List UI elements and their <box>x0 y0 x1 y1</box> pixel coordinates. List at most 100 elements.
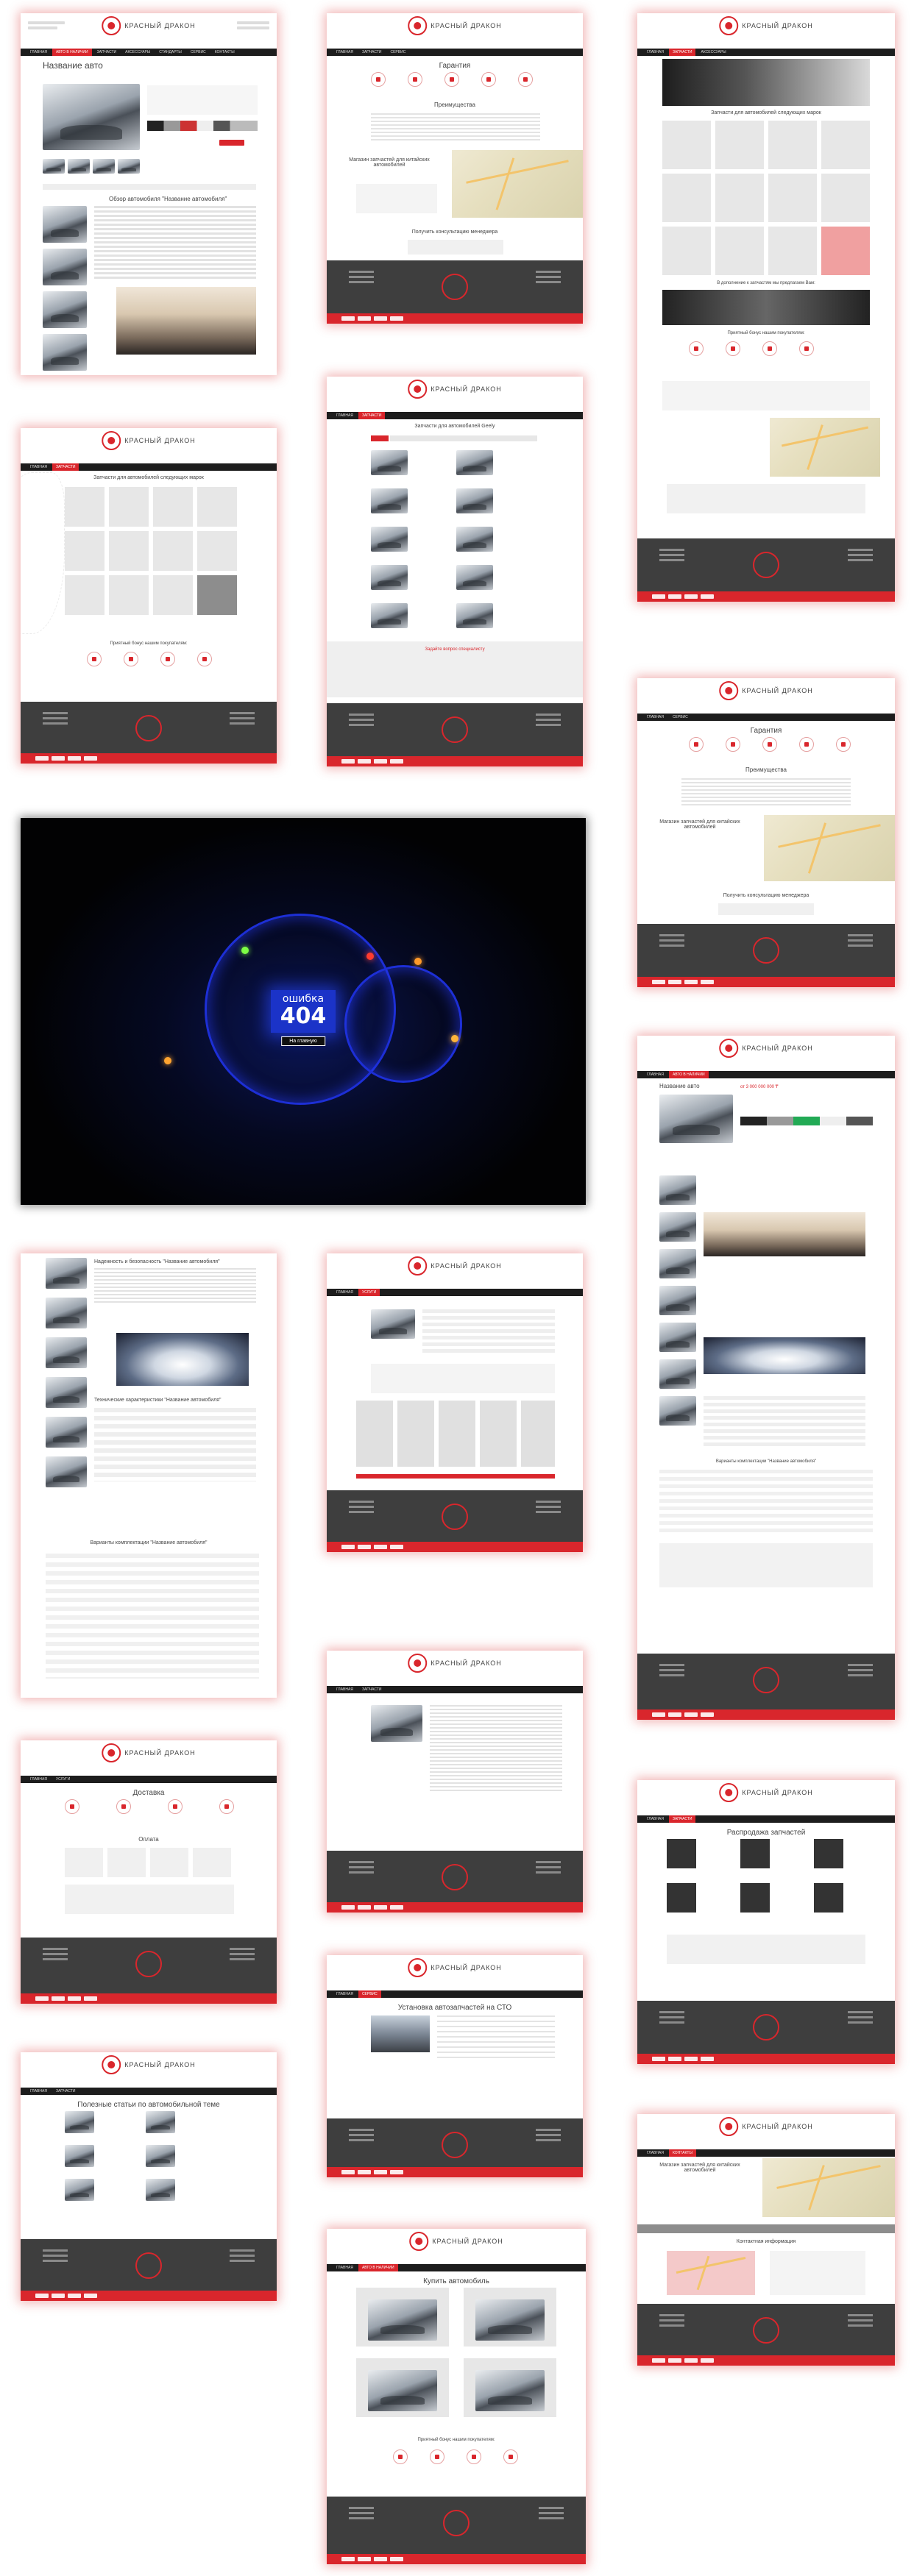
nav-item-standards[interactable]: СТАНДАРТЫ <box>155 49 185 56</box>
car-main-photo[interactable] <box>43 84 140 150</box>
sale-item-3[interactable] <box>814 1839 843 1868</box>
color-swatches[interactable] <box>740 1117 873 1125</box>
nav-item-parts[interactable]: ЗАПЧАСТИ <box>93 49 121 56</box>
nav-item-home[interactable]: ГЛАВНАЯ <box>643 49 667 56</box>
nav-item-autos[interactable]: АВТО В НАЛИЧИИ <box>358 2264 398 2271</box>
model-tabs[interactable] <box>390 435 537 441</box>
nav-item-home[interactable]: ГЛАВНАЯ <box>643 2149 667 2157</box>
location-map[interactable] <box>770 418 880 477</box>
nav-item-home[interactable]: ГЛАВНАЯ <box>333 1686 357 1693</box>
model-card-9[interactable] <box>371 603 408 628</box>
site-logo[interactable]: КРАСНЫЙ ДРАКОН <box>719 16 813 35</box>
color-swatches[interactable] <box>147 121 258 131</box>
brand-tile-5[interactable] <box>662 174 711 222</box>
consult-form[interactable] <box>65 1885 234 1914</box>
nav-item-home[interactable]: ГЛАВНАЯ <box>26 2088 51 2095</box>
nav-item-home[interactable]: ГЛАВНАЯ <box>643 1815 667 1823</box>
car-thumb-4[interactable] <box>118 159 140 174</box>
brand-tile-6[interactable] <box>109 531 149 571</box>
model-card-7[interactable] <box>371 565 408 590</box>
nav-item-autos[interactable]: АВТО В НАЛИЧИИ <box>52 49 92 56</box>
brand-tile-4[interactable] <box>197 487 237 527</box>
site-logo[interactable]: КРАСНЫЙ ДРАКОН <box>102 2055 196 2074</box>
car-tabs[interactable] <box>43 184 256 190</box>
nav-item-parts[interactable]: ЗАПЧАСТИ <box>358 412 386 419</box>
nav-item-home[interactable]: ГЛАВНАЯ <box>333 1289 357 1296</box>
news-photo-5[interactable] <box>65 2179 94 2201</box>
model-card-10[interactable] <box>456 603 493 628</box>
nav-item-home[interactable]: ГЛАВНАЯ <box>333 49 357 56</box>
site-logo[interactable]: КРАСНЫЙ ДРАКОН <box>102 431 196 450</box>
nav-item-parts[interactable]: ЗАПЧАСТИ <box>358 49 386 56</box>
news-photo-3[interactable] <box>65 2145 94 2167</box>
nav-item-service[interactable]: СЕРВИС <box>358 1990 381 1998</box>
brand-tile-10[interactable] <box>109 575 149 615</box>
site-logo[interactable]: КРАСНЫЙ ДРАКОН <box>102 1743 196 1762</box>
nav-item-home[interactable]: ГЛАВНАЯ <box>26 1776 51 1783</box>
brand-tile-9[interactable] <box>65 575 104 615</box>
home-button[interactable]: На главную <box>281 1036 325 1046</box>
nav-item-home[interactable]: ГЛАВНАЯ <box>333 2264 357 2271</box>
model-card-6[interactable] <box>456 527 493 552</box>
site-logo[interactable]: КРАСНЫЙ ДРАКОН <box>408 1256 502 1275</box>
nav-item-accessories[interactable]: АКСЕССУАРЫ <box>121 49 154 56</box>
brand-tile-3[interactable] <box>153 487 193 527</box>
brand-tile-7[interactable] <box>153 531 193 571</box>
nav-item-home[interactable]: ГЛАВНАЯ <box>643 1071 667 1078</box>
site-logo[interactable]: КРАСНЫЙ ДРАКОН <box>408 1958 502 1977</box>
nav-item-service[interactable]: СЕРВИС <box>386 49 409 56</box>
ask-manager-button[interactable] <box>219 140 244 146</box>
nav-item-parts[interactable]: ЗАПЧАСТИ <box>358 1686 386 1693</box>
consult-form[interactable] <box>667 484 865 513</box>
location-map[interactable] <box>764 815 895 881</box>
brand-tile-3[interactable] <box>768 121 817 169</box>
site-logo[interactable]: КРАСНЫЙ ДРАКОН <box>408 16 502 35</box>
price-filter-bar[interactable] <box>356 1474 555 1479</box>
nav-item-contacts[interactable]: КОНТАКТЫ <box>668 2149 696 2157</box>
news-photo-1[interactable] <box>65 2111 94 2133</box>
sale-item-1[interactable] <box>667 1839 696 1868</box>
site-logo[interactable]: КРАСНЫЙ ДРАКОН <box>408 1654 502 1673</box>
brand-tile-2[interactable] <box>109 487 149 527</box>
brand-tile-11[interactable] <box>153 575 193 615</box>
consult-form[interactable] <box>718 903 814 915</box>
sale-item-6[interactable] <box>814 1883 843 1913</box>
car-main-photo[interactable] <box>659 1095 733 1143</box>
oils-banner[interactable] <box>662 290 870 325</box>
nav-item-parts[interactable]: ЗАПЧАСТИ <box>668 1815 696 1823</box>
sale-item-5[interactable] <box>740 1883 770 1913</box>
location-map[interactable] <box>762 2158 895 2217</box>
nav-item-parts[interactable]: ЗАПЧАСТИ <box>52 2088 79 2095</box>
nav-item-accessories[interactable]: АКСЕССУАРЫ <box>697 49 729 56</box>
brand-tile-10[interactable] <box>715 227 764 275</box>
model-card-2[interactable] <box>456 450 493 475</box>
site-logo[interactable]: КРАСНЫЙ ДРАКОН <box>719 2117 813 2136</box>
brand-tile-2[interactable] <box>715 121 764 169</box>
brand-tile-8[interactable] <box>821 174 870 222</box>
nav-item-parts[interactable]: ЗАПЧАСТИ <box>52 463 79 471</box>
news-photo-6[interactable] <box>146 2179 175 2201</box>
nav-item-home[interactable]: ГЛАВНАЯ <box>26 49 51 56</box>
nav-item-home[interactable]: ГЛАВНАЯ <box>333 1990 357 1998</box>
brand-tile-11[interactable] <box>768 227 817 275</box>
location-map[interactable] <box>452 150 583 218</box>
nav-item-service[interactable]: СЕРВИС <box>187 49 210 56</box>
model-card-8[interactable] <box>456 565 493 590</box>
nav-item-home[interactable]: ГЛАВНАЯ <box>333 412 357 419</box>
news-photo-4[interactable] <box>146 2145 175 2167</box>
nav-item-contacts[interactable]: КОНТАКТЫ <box>211 49 238 56</box>
brand-tile-1[interactable] <box>65 487 104 527</box>
site-logo[interactable]: КРАСНЫЙ ДРАКОН <box>408 380 502 399</box>
nav-item-services[interactable]: УСЛУГИ <box>358 1289 380 1296</box>
sale-item-4[interactable] <box>667 1883 696 1913</box>
news-photo-2[interactable] <box>146 2111 175 2133</box>
store-floor-plan[interactable] <box>667 2251 755 2295</box>
nav-item-autos[interactable]: АВТО В НАЛИЧИИ <box>668 1071 709 1078</box>
site-logo[interactable]: КРАСНЫЙ ДРАКОН <box>409 2232 503 2251</box>
parts-gallery[interactable] <box>356 1401 555 1467</box>
nav-item-parts[interactable]: ЗАПЧАСТИ <box>668 49 696 56</box>
nav-item-service[interactable]: СЕРВИС <box>669 714 692 721</box>
car-thumb-1[interactable] <box>43 159 65 174</box>
nav-item-services[interactable]: УСЛУГИ <box>52 1776 74 1783</box>
sale-item-2[interactable] <box>740 1839 770 1868</box>
